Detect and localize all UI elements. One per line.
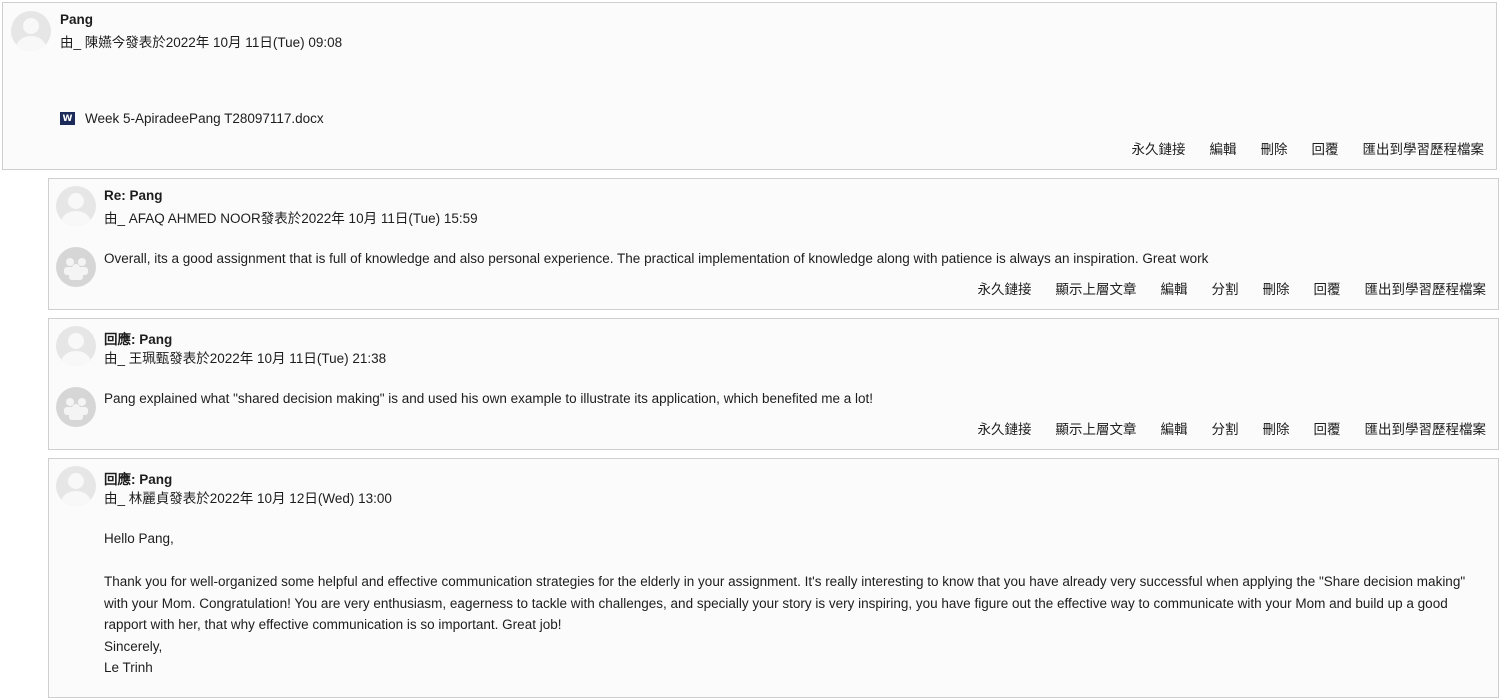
word-doc-icon: W: [60, 112, 75, 125]
attachment-link[interactable]: Week 5-ApiradeePang T28097117.docx: [85, 111, 324, 126]
forum-post: Pang 由_ 陳嬿今發表於2022年 10月 11日(Tue) 09:08 W…: [2, 2, 1497, 170]
post-attachment[interactable]: W Week 5-ApiradeePang T28097117.docx: [60, 111, 324, 126]
post-commands: 永久鏈接 編輯 刪除 回覆 匯出到學習歷程檔案: [1132, 138, 1485, 158]
post-commands: 永久鏈接 顯示上層文章 編輯 分割 刪除 回覆 匯出到學習歷程檔案: [978, 278, 1487, 298]
show-parent-link[interactable]: 顯示上層文章: [1056, 418, 1137, 438]
group-icon: [56, 247, 96, 287]
edit-link[interactable]: 編輯: [1161, 278, 1188, 298]
permalink-link[interactable]: 永久鏈接: [1132, 138, 1186, 158]
export-portfolio-link[interactable]: 匯出到學習歷程檔案: [1363, 138, 1485, 158]
edit-link[interactable]: 編輯: [1210, 138, 1237, 158]
user-avatar[interactable]: [56, 186, 96, 226]
post-byline: 由_ 林麗貞發表於2022年 10月 12日(Wed) 13:00: [104, 491, 392, 506]
reply-link[interactable]: 回覆: [1314, 278, 1341, 298]
delete-link[interactable]: 刪除: [1263, 418, 1290, 438]
post-body: Thank you for well-organized some helpfu…: [104, 574, 1466, 632]
user-avatar[interactable]: [11, 11, 51, 51]
post-content: Overall, its a good assignment that is f…: [104, 251, 1209, 266]
forum-post: 回應: Pang 由_ 王珮甄發表於2022年 10月 11日(Tue) 21:…: [48, 318, 1499, 450]
show-parent-link[interactable]: 顯示上層文章: [1056, 278, 1137, 298]
permalink-link[interactable]: 永久鏈接: [978, 278, 1032, 298]
forum-post: 回應: Pang 由_ 林麗貞發表於2022年 10月 12日(Wed) 13:…: [48, 458, 1499, 698]
edit-link[interactable]: 編輯: [1161, 418, 1188, 438]
group-icon: [56, 387, 96, 427]
delete-link[interactable]: 刪除: [1263, 278, 1290, 298]
user-avatar[interactable]: [56, 326, 96, 366]
forum-post: Re: Pang 由_ AFAQ AHMED NOOR發表於2022年 10月 …: [48, 178, 1499, 310]
reply-link[interactable]: 回覆: [1314, 418, 1341, 438]
post-closing: Sincerely,: [104, 639, 163, 654]
user-avatar[interactable]: [56, 466, 96, 506]
post-byline: 由_ 陳嬿今發表於2022年 10月 11日(Tue) 09:08: [60, 35, 343, 50]
post-subject: Pang: [60, 12, 94, 27]
split-link[interactable]: 分割: [1212, 418, 1239, 438]
post-byline: 由_ 王珮甄發表於2022年 10月 11日(Tue) 21:38: [104, 351, 387, 366]
permalink-link[interactable]: 永久鏈接: [978, 418, 1032, 438]
post-content: Pang explained what "shared decision mak…: [104, 391, 874, 406]
reply-link[interactable]: 回覆: [1312, 138, 1339, 158]
export-portfolio-link[interactable]: 匯出到學習歷程檔案: [1365, 418, 1487, 438]
post-subject: Re: Pang: [104, 188, 163, 203]
delete-link[interactable]: 刪除: [1261, 138, 1288, 158]
post-signature: Le Trinh: [104, 660, 153, 675]
split-link[interactable]: 分割: [1212, 278, 1239, 298]
post-commands: 永久鏈接 顯示上層文章 編輯 分割 刪除 回覆 匯出到學習歷程檔案: [978, 418, 1487, 438]
post-subject: 回應: Pang: [104, 472, 173, 487]
export-portfolio-link[interactable]: 匯出到學習歷程檔案: [1365, 278, 1487, 298]
post-byline: 由_ AFAQ AHMED NOOR發表於2022年 10月 11日(Tue) …: [104, 211, 478, 226]
post-greeting: Hello Pang,: [104, 531, 174, 546]
post-subject: 回應: Pang: [104, 332, 173, 347]
